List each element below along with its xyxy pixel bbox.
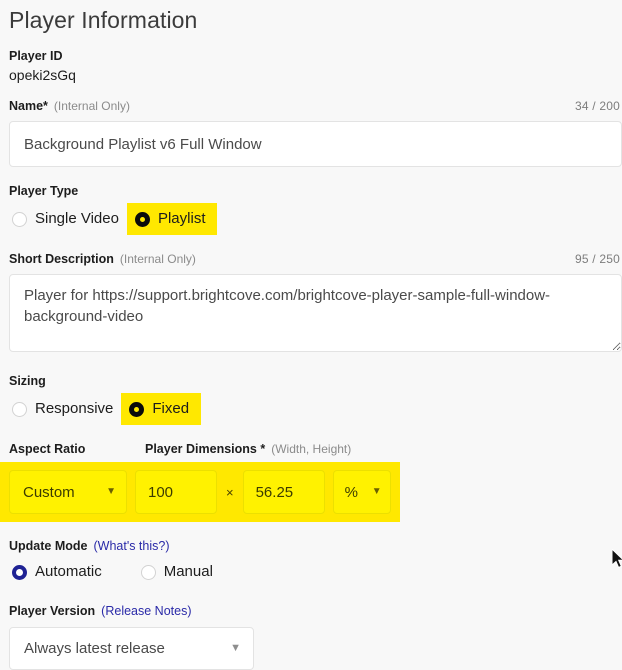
name-field-group: Name* (Internal Only) 34 / 200 [9, 98, 622, 167]
update-mode-label: Update Mode [9, 539, 88, 553]
aspect-ratio-label: Aspect Ratio [9, 442, 86, 456]
player-information-page: Player Information Player ID opeki2sGq N… [0, 0, 622, 670]
chevron-down-icon: ▼ [106, 486, 116, 497]
dimensions-highlighted-row: Custom ▼ × % ▼ [0, 462, 400, 522]
name-label-row: Name* (Internal Only) 34 / 200 [9, 98, 622, 114]
update-mode-label-row: Update Mode (What's this?) [9, 538, 622, 554]
dimensions-separator: × [226, 484, 234, 500]
player-dimensions-hint: (Width, Height) [271, 442, 352, 456]
update-mode-group: Update Mode (What's this?) Automatic Man… [9, 538, 622, 587]
radio-playlist-label: Playlist [157, 210, 206, 227]
radio-manual[interactable]: Manual [138, 557, 221, 587]
radio-automatic[interactable]: Automatic [9, 557, 110, 587]
radio-unselected-icon [12, 211, 27, 227]
radio-single-video-label: Single Video [35, 210, 119, 227]
player-dimensions-label-wrap: Player Dimensions * (Width, Height) [145, 441, 351, 457]
whats-this-link[interactable]: (What's this?) [93, 539, 169, 553]
short-description-textarea[interactable]: Player for https://support.brightcove.co… [9, 274, 622, 352]
aspect-ratio-value: Custom [23, 483, 75, 501]
name-input[interactable] [9, 121, 622, 167]
radio-responsive-label: Responsive [35, 400, 114, 417]
radio-fixed[interactable]: Fixed [121, 393, 202, 425]
radio-fixed-label: Fixed [152, 400, 190, 417]
name-required-mark: * [43, 99, 48, 113]
dimensions-group: Aspect Ratio Player Dimensions * (Width,… [0, 441, 622, 522]
radio-responsive[interactable]: Responsive [9, 394, 121, 424]
short-description-input-wrap: Player for https://support.brightcove.co… [9, 274, 622, 357]
short-description-label-left: Short Description (Internal Only) [9, 251, 196, 267]
short-description-label: Short Description [9, 252, 114, 266]
release-notes-link[interactable]: (Release Notes) [101, 604, 191, 618]
player-height-input[interactable] [242, 470, 325, 514]
player-version-group: Player Version (Release Notes) Always la… [9, 603, 622, 670]
page-title: Player Information [9, 7, 198, 33]
name-label-left: Name* (Internal Only) [9, 98, 130, 114]
player-type-group: Player Type Single Video Playlist [9, 183, 622, 235]
radio-selected-icon [134, 211, 150, 227]
chevron-down-icon: ▼ [230, 642, 241, 654]
player-type-label: Player Type [9, 184, 79, 198]
player-width-input[interactable] [135, 470, 217, 514]
name-input-wrap [9, 121, 622, 167]
player-id-label: Player ID [9, 49, 63, 63]
player-dimensions-required-mark: * [260, 442, 266, 456]
short-description-group: Short Description (Internal Only) 95 / 2… [9, 251, 622, 357]
player-type-radio-group: Single Video Playlist [9, 203, 622, 235]
update-mode-radio-group: Automatic Manual [9, 557, 622, 587]
radio-playlist[interactable]: Playlist [126, 203, 218, 235]
dimensions-label-row: Aspect Ratio Player Dimensions * (Width,… [9, 441, 622, 457]
player-version-selected-value: Always latest release [24, 640, 165, 657]
short-description-hint: (Internal Only) [119, 252, 196, 266]
sizing-group: Sizing Responsive Fixed [9, 373, 622, 425]
player-version-label-row: Player Version (Release Notes) [9, 603, 622, 619]
chevron-down-icon: ▼ [371, 486, 382, 497]
player-dimensions-label: Player Dimensions * [145, 442, 266, 456]
short-description-label-row: Short Description (Internal Only) 95 / 2… [9, 251, 622, 267]
player-version-label: Player Version [9, 604, 96, 618]
short-description-character-counter: 95 / 250 [575, 252, 620, 266]
radio-selected-icon [129, 401, 145, 417]
player-id-block: Player ID opeki2sGq [9, 48, 622, 85]
sizing-radio-group: Responsive Fixed [9, 393, 622, 425]
radio-manual-label: Manual [163, 563, 213, 580]
name-hint: (Internal Only) [53, 99, 130, 113]
radio-unselected-icon [140, 564, 156, 580]
name-character-counter: 34 / 200 [575, 99, 620, 113]
aspect-ratio-select[interactable]: Custom ▼ [9, 470, 127, 514]
radio-automatic-label: Automatic [35, 563, 102, 580]
radio-single-video[interactable]: Single Video [9, 204, 127, 234]
dimensions-unit-select[interactable]: % ▼ [332, 470, 391, 514]
player-version-select[interactable]: Always latest release ▼ [9, 627, 254, 670]
sizing-label: Sizing [9, 374, 46, 388]
dimensions-unit-value: % [344, 483, 358, 501]
name-label: Name* [9, 99, 48, 113]
player-id-value: opeki2sGq [9, 67, 76, 83]
radio-unselected-icon [12, 401, 27, 417]
radio-selected-icon [12, 564, 27, 580]
